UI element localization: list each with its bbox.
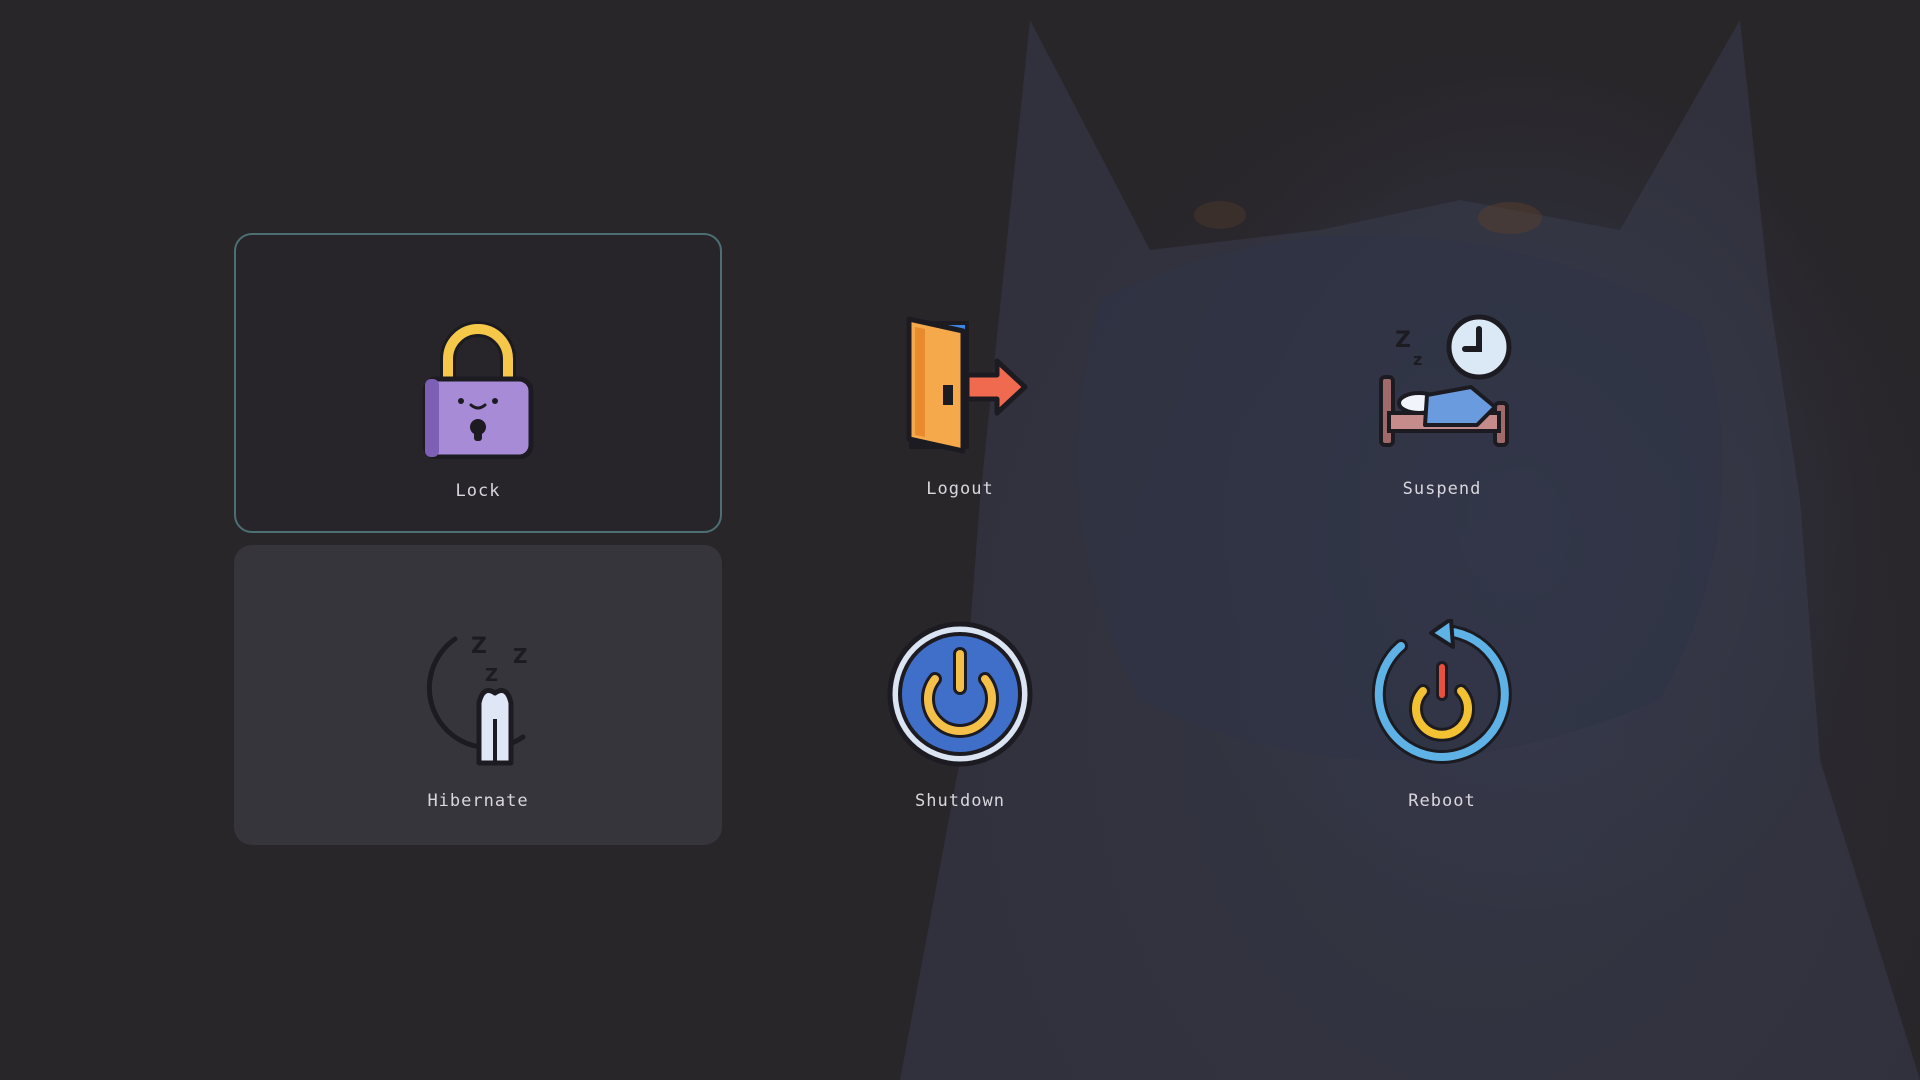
logout-label: Logout bbox=[926, 479, 994, 499]
power-button-icon bbox=[885, 619, 1035, 769]
power-menu-screen: Lock Logout Z z Suspend Z Z Z Hibernate … bbox=[0, 0, 1920, 1080]
door-exit-icon bbox=[885, 307, 1035, 457]
lock-button[interactable]: Lock bbox=[234, 233, 722, 533]
svg-text:Z: Z bbox=[513, 644, 528, 668]
restart-power-icon bbox=[1367, 619, 1517, 769]
svg-text:Z: Z bbox=[485, 665, 498, 686]
suspend-label: Suspend bbox=[1402, 479, 1482, 499]
lock-label: Lock bbox=[455, 481, 501, 501]
suspend-button[interactable]: Z z Suspend bbox=[1198, 233, 1686, 533]
svg-text:z: z bbox=[1413, 350, 1422, 369]
logout-button[interactable]: Logout bbox=[716, 233, 1204, 533]
sleep-bed-clock-icon: Z z bbox=[1367, 307, 1517, 457]
reboot-button[interactable]: Reboot bbox=[1198, 545, 1686, 845]
reboot-label: Reboot bbox=[1408, 791, 1476, 811]
padlock-icon bbox=[403, 309, 553, 459]
svg-text:Z: Z bbox=[1395, 328, 1411, 353]
moon-sleep-icon: Z Z Z bbox=[403, 619, 553, 769]
hibernate-button[interactable]: Z Z Z Hibernate bbox=[234, 545, 722, 845]
power-actions-grid: Lock Logout Z z Suspend Z Z Z Hibernate … bbox=[234, 233, 1686, 845]
shutdown-label: Shutdown bbox=[915, 791, 1005, 811]
svg-text:Z: Z bbox=[471, 634, 487, 659]
shutdown-button[interactable]: Shutdown bbox=[716, 545, 1204, 845]
hibernate-label: Hibernate bbox=[427, 791, 529, 811]
